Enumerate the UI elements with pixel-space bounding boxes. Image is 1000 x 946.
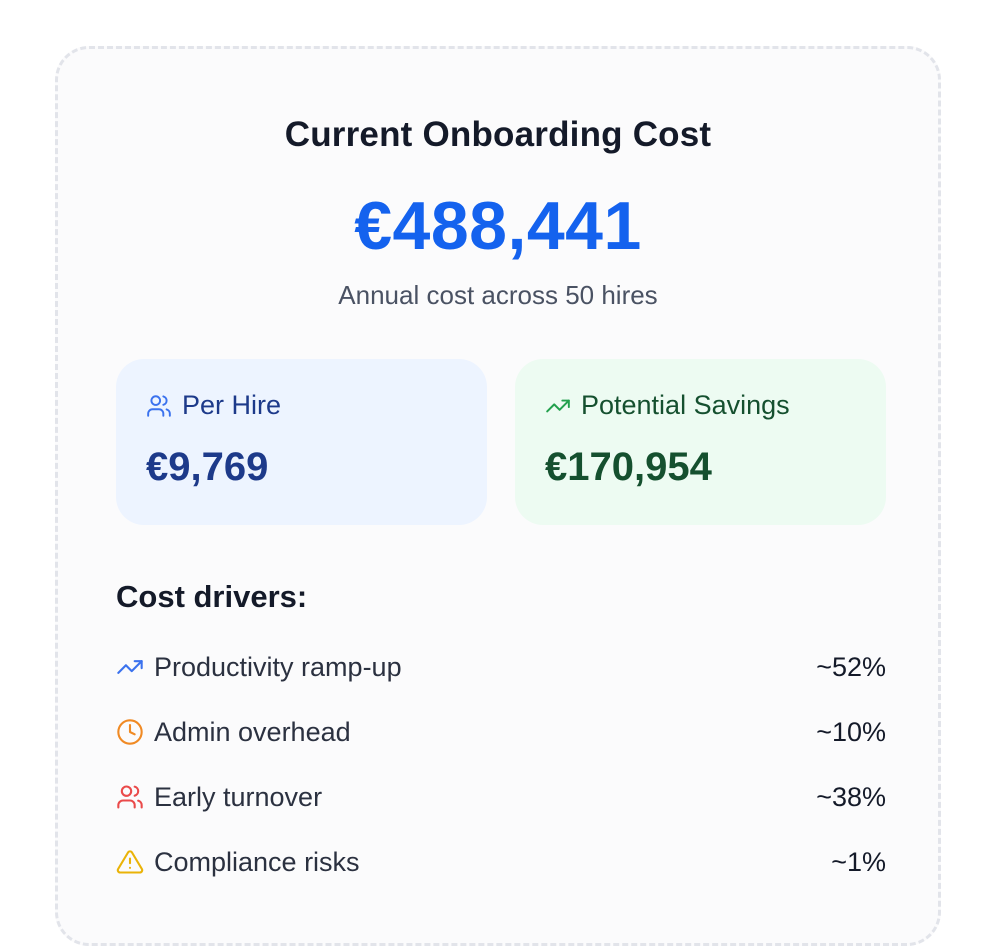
driver-percent: ~38% [816, 781, 886, 812]
per-hire-header: Per Hire [146, 390, 281, 421]
driver-label: Admin overhead [154, 716, 351, 747]
total-cost-caption: Annual cost across 50 hires [338, 280, 658, 310]
total-cost-value: €488,441 [354, 188, 642, 264]
potential-savings-label: Potential Savings [581, 390, 790, 420]
potential-savings-value: €170,954 [545, 445, 712, 489]
clock-icon [117, 719, 143, 745]
warning-icon [116, 850, 144, 874]
trending-up-icon [117, 660, 143, 674]
per-hire-value: €9,769 [146, 445, 269, 489]
driver-label: Compliance risks [154, 846, 360, 877]
driver-percent: ~1% [831, 846, 886, 877]
trending-up-icon [546, 399, 570, 412]
card-title: Current Onboarding Cost [284, 115, 712, 154]
users-icon [147, 394, 171, 417]
driver-label: Productivity ramp-up [154, 651, 402, 682]
per-hire-tile: Per Hire €9,769 [116, 359, 487, 525]
driver-percent: ~52% [816, 651, 886, 682]
cost-driver-turnover: Early turnover ~38% [116, 779, 886, 815]
cost-driver-productivity: Productivity ramp-up ~52% [116, 649, 886, 685]
per-hire-label: Per Hire [182, 390, 282, 420]
potential-savings-tile: Potential Savings €170,954 [515, 359, 886, 525]
driver-label: Early turnover [154, 781, 323, 812]
driver-percent: ~10% [816, 716, 886, 747]
cost-drivers-heading: Cost drivers: [116, 579, 308, 614]
cost-driver-admin: Admin overhead ~10% [116, 714, 886, 750]
potential-savings-header: Potential Savings [545, 390, 790, 421]
cost-driver-compliance: Compliance risks ~1% [116, 844, 886, 880]
users-icon [117, 785, 143, 809]
onboarding-cost-card: Current Onboarding Cost €488,441 Annual … [55, 46, 941, 946]
